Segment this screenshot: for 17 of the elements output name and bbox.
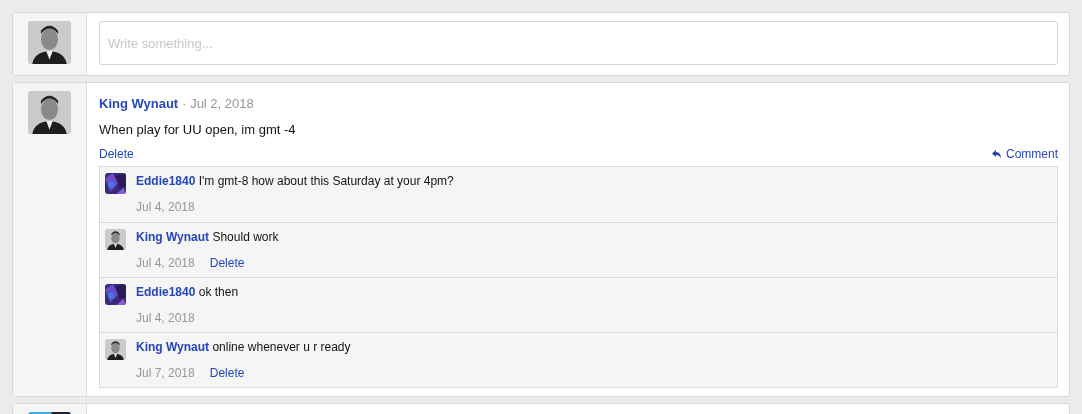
reply-text: King Wynaut online whenever u r ready	[136, 339, 351, 355]
delete-link[interactable]: Delete	[99, 145, 134, 163]
reply-text: Eddie1840 I'm gmt-8 how about this Saturday at your 4pm?	[136, 173, 454, 189]
author-link[interactable]: King Wynaut	[99, 94, 179, 114]
post-date: · Jul 2, 2018	[182, 95, 254, 113]
reply-date: Jul 4, 2018	[136, 199, 195, 215]
reply-date: Jul 4, 2018	[136, 310, 195, 326]
post-input-field[interactable]: Write something...	[99, 21, 1058, 65]
reply-icon	[992, 149, 1002, 159]
delete-link[interactable]: Delete	[209, 255, 245, 271]
post-text: When play for UU open, im gmt -4	[99, 120, 297, 139]
reply-text: King Wynaut Should work	[136, 229, 279, 245]
reply-date: Jul 4, 2018	[136, 255, 195, 271]
comment-link[interactable]: Comment	[992, 145, 1058, 163]
delete-link[interactable]: Delete	[209, 365, 245, 381]
reply-date: Jul 7, 2018	[136, 365, 195, 381]
reply-text: Eddie1840 ok then	[136, 284, 239, 300]
